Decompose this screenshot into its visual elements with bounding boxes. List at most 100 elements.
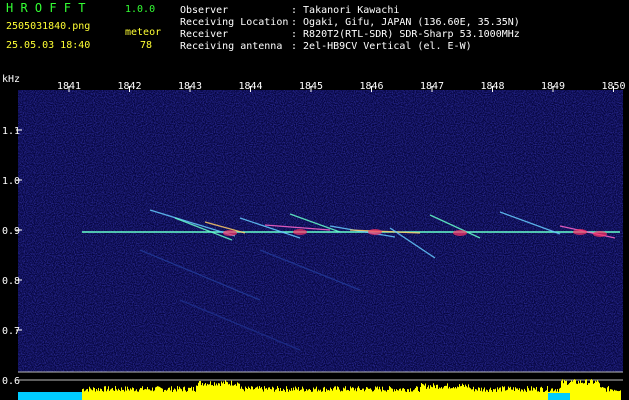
level-bar xyxy=(157,386,158,400)
level-bar xyxy=(454,388,455,400)
level-bar xyxy=(506,390,507,400)
level-bar xyxy=(212,385,213,400)
level-bar xyxy=(141,388,142,400)
level-bar xyxy=(215,385,216,400)
level-bar xyxy=(480,390,481,400)
level-bar xyxy=(246,388,247,400)
level-bar xyxy=(584,383,585,400)
level-bar xyxy=(495,388,496,400)
level-bar xyxy=(277,386,278,400)
level-bar xyxy=(359,388,360,400)
level-bar xyxy=(119,390,120,400)
level-bar xyxy=(280,387,281,400)
level-bar xyxy=(487,390,488,400)
level-bar xyxy=(275,389,276,400)
level-bar xyxy=(377,386,378,400)
level-bar xyxy=(391,388,392,400)
level-bar xyxy=(613,391,614,400)
level-bar xyxy=(257,386,258,400)
level-bar xyxy=(414,389,415,400)
level-bar xyxy=(310,390,311,400)
level-bar xyxy=(588,383,589,400)
level-bar xyxy=(351,388,352,400)
level-bar xyxy=(585,379,586,400)
level-bar xyxy=(234,384,235,400)
level-bar xyxy=(508,386,509,400)
level-bar xyxy=(312,391,313,400)
level-bar xyxy=(411,391,412,400)
level-bar xyxy=(483,389,484,400)
level-bar xyxy=(255,387,256,400)
level-bar xyxy=(88,391,89,400)
level-bar xyxy=(412,391,413,400)
level-bar xyxy=(357,387,358,400)
level-bar xyxy=(225,380,226,400)
level-bar xyxy=(339,389,340,400)
level-bar xyxy=(438,388,439,400)
level-bar xyxy=(478,387,479,400)
level-bar xyxy=(341,390,342,400)
level-bar xyxy=(201,385,202,400)
level-bar xyxy=(308,389,309,400)
level-bar xyxy=(231,380,232,400)
level-bar xyxy=(500,387,501,400)
level-bar xyxy=(528,388,529,400)
level-bar xyxy=(227,382,228,400)
level-bar xyxy=(338,387,339,400)
level-bar xyxy=(168,387,169,400)
level-bar xyxy=(608,386,609,400)
level-bar xyxy=(180,388,181,400)
level-bar xyxy=(512,389,513,400)
level-bar xyxy=(301,389,302,400)
level-bar xyxy=(368,388,369,400)
level-bar xyxy=(249,387,250,400)
level-bar xyxy=(525,390,526,400)
level-bar xyxy=(204,384,205,400)
level-bar xyxy=(342,391,343,400)
level-bar xyxy=(449,386,450,400)
level-bar xyxy=(581,382,582,400)
meteor-echo-peak xyxy=(593,231,607,237)
level-bar xyxy=(223,381,224,400)
level-bar xyxy=(576,383,577,400)
level-bar xyxy=(587,384,588,400)
level-bar xyxy=(539,391,540,400)
level-bar xyxy=(355,388,356,400)
level-bar xyxy=(405,391,406,400)
level-bar xyxy=(417,386,418,400)
level-bar xyxy=(534,388,535,400)
level-bar xyxy=(337,386,338,400)
level-bar xyxy=(323,387,324,400)
level-bar xyxy=(105,386,106,400)
level-bar xyxy=(91,389,92,400)
level-bar xyxy=(321,391,322,400)
level-bar xyxy=(527,386,528,400)
level-bar xyxy=(116,389,117,400)
level-bar xyxy=(450,388,451,400)
level-bar xyxy=(595,380,596,400)
level-bar xyxy=(286,386,287,400)
level-bar xyxy=(128,389,129,400)
level-bar xyxy=(457,386,458,400)
level-bar xyxy=(543,391,544,400)
level-bar xyxy=(297,389,298,400)
level-bar xyxy=(347,389,348,400)
level-bar xyxy=(147,386,148,400)
level-bar xyxy=(325,391,326,400)
level-bar xyxy=(378,389,379,400)
level-bar xyxy=(144,389,145,400)
x-tick-label: 1847 xyxy=(420,81,444,92)
level-bar xyxy=(101,389,102,400)
level-bar xyxy=(344,388,345,400)
level-bar xyxy=(250,389,251,400)
level-bar xyxy=(162,388,163,400)
level-bar xyxy=(118,388,119,400)
level-bar xyxy=(346,390,347,400)
level-bar xyxy=(401,390,402,400)
level-bar xyxy=(232,385,233,400)
level-bar xyxy=(507,389,508,400)
level-bar xyxy=(416,386,417,400)
level-bar xyxy=(439,387,440,400)
level-bar xyxy=(145,389,146,400)
level-bar xyxy=(217,385,218,400)
